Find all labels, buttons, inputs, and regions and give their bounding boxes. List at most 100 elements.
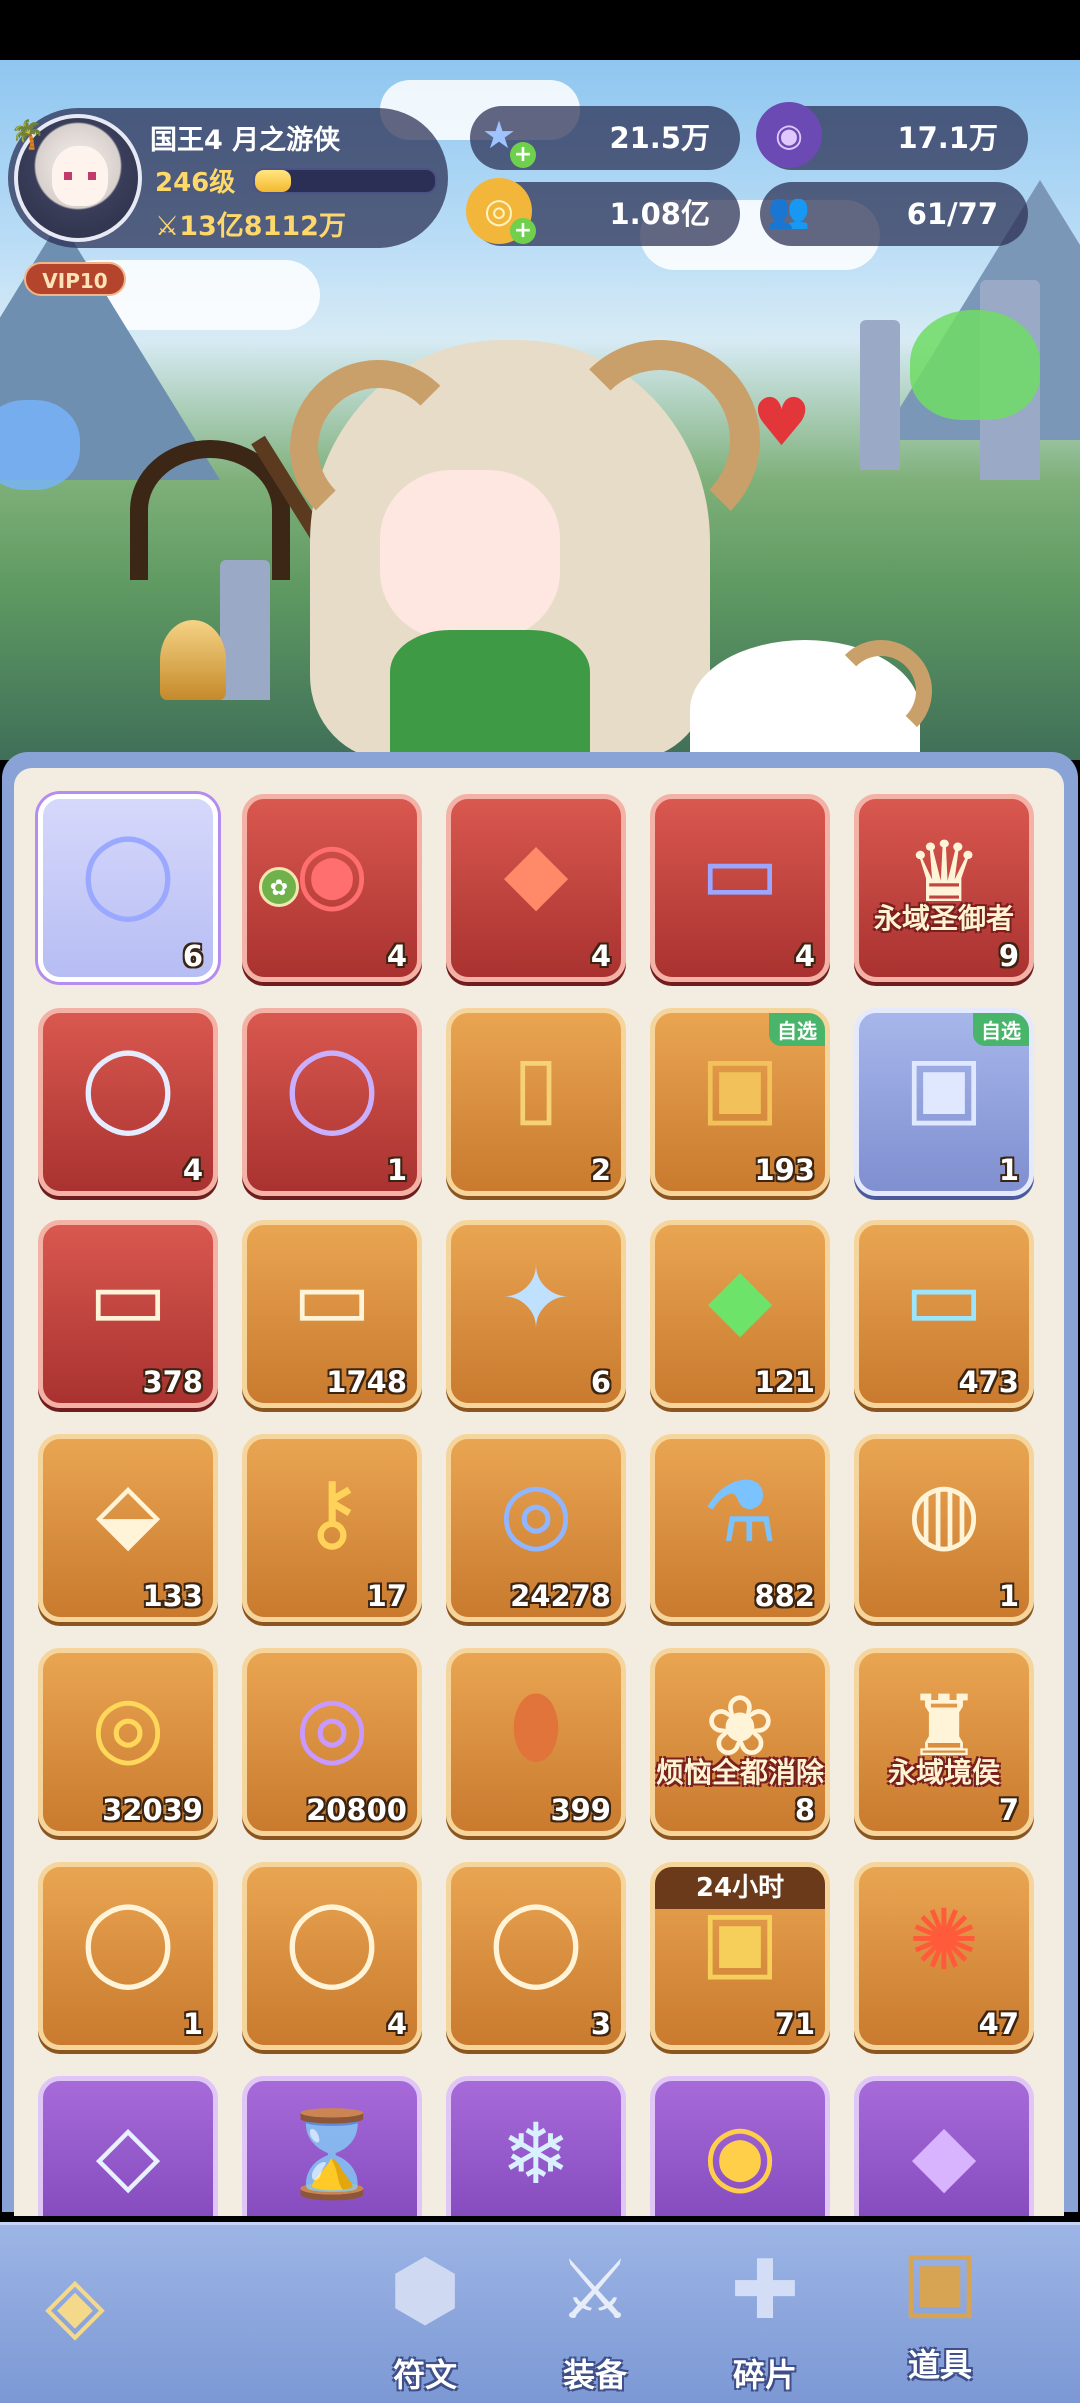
team-count-value: 61/77	[906, 197, 998, 231]
rainbow-crystal-icon: ⬙	[95, 1463, 161, 1561]
inventory-item[interactable]: ◎ 24278	[446, 1434, 626, 1622]
item-count: 1	[998, 1153, 1019, 1187]
inventory-item[interactable]: ◯ 4	[242, 1862, 422, 2050]
inventory-item[interactable]: ⬙ 133	[38, 1434, 218, 1622]
inventory-item[interactable]: ◉	[650, 2076, 830, 2216]
home-button[interactable]: ◈	[30, 2260, 120, 2350]
item-count: 4	[386, 939, 407, 973]
selectable-tag: 自选	[973, 1013, 1029, 1046]
inventory-item[interactable]: ⬮ 399	[446, 1648, 626, 1836]
inventory-item[interactable]: ▣ 自选 1	[854, 1008, 1034, 1196]
player-name: 国王4 月之游侠	[150, 125, 341, 156]
item-count: 17	[366, 1579, 407, 1613]
inventory-item[interactable]: ◎ 32039	[38, 1648, 218, 1836]
inventory-item[interactable]: ▭ 473	[854, 1220, 1034, 1408]
gold-coin-icon: ◎	[91, 1677, 165, 1775]
treasure-chest-icon: ▣	[700, 1037, 780, 1135]
item-count: 1	[182, 2007, 203, 2041]
people-icon: 👥	[767, 191, 811, 231]
player-level: 246级	[155, 168, 236, 198]
inventory-item[interactable]: ❀ 烦恼全都消除 8	[650, 1648, 830, 1836]
item-count: 47	[978, 2007, 1019, 2041]
item-count: 4	[590, 939, 611, 973]
inventory-item[interactable]: ◯ 6	[38, 794, 218, 982]
inventory-item[interactable]: ◯ 1	[242, 1008, 422, 1196]
item-count: 133	[142, 1579, 203, 1613]
ring-8-icon: ◯	[80, 1891, 175, 1989]
resource-star-gems[interactable]: ★ + 21.5万	[470, 106, 740, 170]
inventory-item[interactable]: ▭ 4	[650, 794, 830, 982]
item-count: 71	[774, 2007, 815, 2041]
item-caption: 永域境侯	[887, 1756, 1000, 1789]
vip-badge[interactable]: VIP10	[24, 262, 126, 296]
leaf-badge-icon: ✿	[259, 867, 299, 907]
inventory-item[interactable]: ◯ 3	[446, 1862, 626, 2050]
tab-runes-label: 符文	[392, 2356, 457, 2394]
inventory-item[interactable]: ◎ 20800	[242, 1648, 422, 1836]
ring-1-icon: ◯	[284, 1891, 379, 1989]
inventory-item[interactable]: ♛ 永域圣御者 9	[854, 794, 1034, 982]
inventory-item[interactable]: ⚗ 882	[650, 1434, 830, 1622]
inventory-item[interactable]: ▯ 2	[446, 1008, 626, 1196]
item-count: 1748	[326, 1365, 407, 1399]
resource-gold[interactable]: ◎ + 1.08亿	[466, 178, 740, 246]
inventory-item[interactable]: ✦ 6	[446, 1220, 626, 1408]
tab-fragments[interactable]: ✚ 碎片	[695, 2228, 835, 2398]
selectable-tag: 自选	[769, 1013, 825, 1046]
heart-ticket-icon: ▭	[904, 1249, 984, 1347]
item-count: 32039	[102, 1793, 203, 1827]
slime-monster-left	[0, 400, 80, 490]
inventory-item[interactable]: ◆	[854, 2076, 1034, 2216]
tab-items-label: 道具	[907, 2346, 972, 2384]
fire-orb-icon: ✺	[908, 1891, 980, 1989]
ticket-icon: ▭	[700, 823, 780, 921]
item-count: 2	[590, 1153, 611, 1187]
inventory-item[interactable]: ▣ 24小时 71	[650, 1862, 830, 2050]
add-gold-button[interactable]: +	[510, 218, 536, 244]
inventory-item[interactable]: ◉ ✿ 4	[242, 794, 422, 982]
inventory-item[interactable]: ◇	[38, 2076, 218, 2216]
slime-monster	[910, 310, 1040, 420]
inventory-item[interactable]: ◍ 1	[854, 1434, 1034, 1622]
inventory-item[interactable]: ♜ 永域境侯 7	[854, 1648, 1034, 1836]
potion-icon: ⚗	[702, 1463, 778, 1561]
red-gem-icon: ◆	[503, 823, 569, 921]
sun-ticket-icon: ▭	[88, 1249, 168, 1347]
add-star-gems-button[interactable]: +	[510, 142, 536, 168]
swirl-stone-icon: ◍	[907, 1463, 981, 1561]
item-count: 20800	[306, 1793, 407, 1827]
item-count: 6	[590, 1365, 611, 1399]
inventory-item[interactable]: ✺ 47	[854, 1862, 1034, 2050]
treasure-chest-icon: ▣	[901, 2233, 979, 2328]
inventory-item[interactable]: ◆ 4	[446, 794, 626, 982]
inventory-item[interactable]: ▣ 自选 193	[650, 1008, 830, 1196]
dragon-egg-icon: ⬮	[509, 1677, 563, 1775]
inventory-item[interactable]: ◯ 4	[38, 1008, 218, 1196]
feather-ring-icon: ◯	[80, 823, 175, 921]
hero-face	[380, 470, 560, 640]
inventory-item[interactable]: ◯ 1	[38, 1862, 218, 2050]
inventory-item[interactable]: ▭ 1748	[242, 1220, 422, 1408]
puzzle-piece-icon: ✚	[730, 2243, 800, 2338]
item-caption: 永域圣御者	[873, 902, 1014, 935]
tab-runes[interactable]: ⬢ 符文	[355, 2228, 495, 2398]
tab-equipment-label: 装备	[562, 2356, 627, 2394]
tab-equipment[interactable]: ⚔ 装备	[525, 2228, 665, 2398]
item-count: 1	[998, 1579, 1019, 1613]
inventory-item[interactable]: ⚷ 17	[242, 1434, 422, 1622]
inventory-item[interactable]: ◆ 121	[650, 1220, 830, 1408]
resource-team[interactable]: 👥 61/77	[760, 182, 1028, 246]
item-count: 8	[794, 1793, 815, 1827]
combat-power-value: 13亿8112万	[179, 211, 346, 242]
inventory-grid: ◯ 6 ◉ ✿ 4 ◆ 4 ▭ 4 ♛ 永域圣御者 9 ◯ 4 ◯ 1 ▯ 2 ▣ 自选 193 ▣ 自选 1 ▭ 378 ▭ 174…	[14, 768, 1064, 2216]
inventory-item[interactable]: ⌛	[242, 2076, 422, 2216]
tab-items[interactable]: ▣ 道具	[870, 2218, 1010, 2388]
item-count: 1	[386, 1153, 407, 1187]
tab-fragments-label: 碎片	[732, 2356, 797, 2394]
resource-purple-gems[interactable]: ◉ 17.1万	[756, 102, 1028, 170]
inventory-item[interactable]: ▭ 378	[38, 1220, 218, 1408]
duration-label: 24小时	[655, 1867, 825, 1909]
inventory-item[interactable]: ❄	[446, 2076, 626, 2216]
crossed-swords-icon: ⚔	[558, 2243, 632, 2338]
palm-tree-icon: 🌴	[10, 118, 45, 151]
